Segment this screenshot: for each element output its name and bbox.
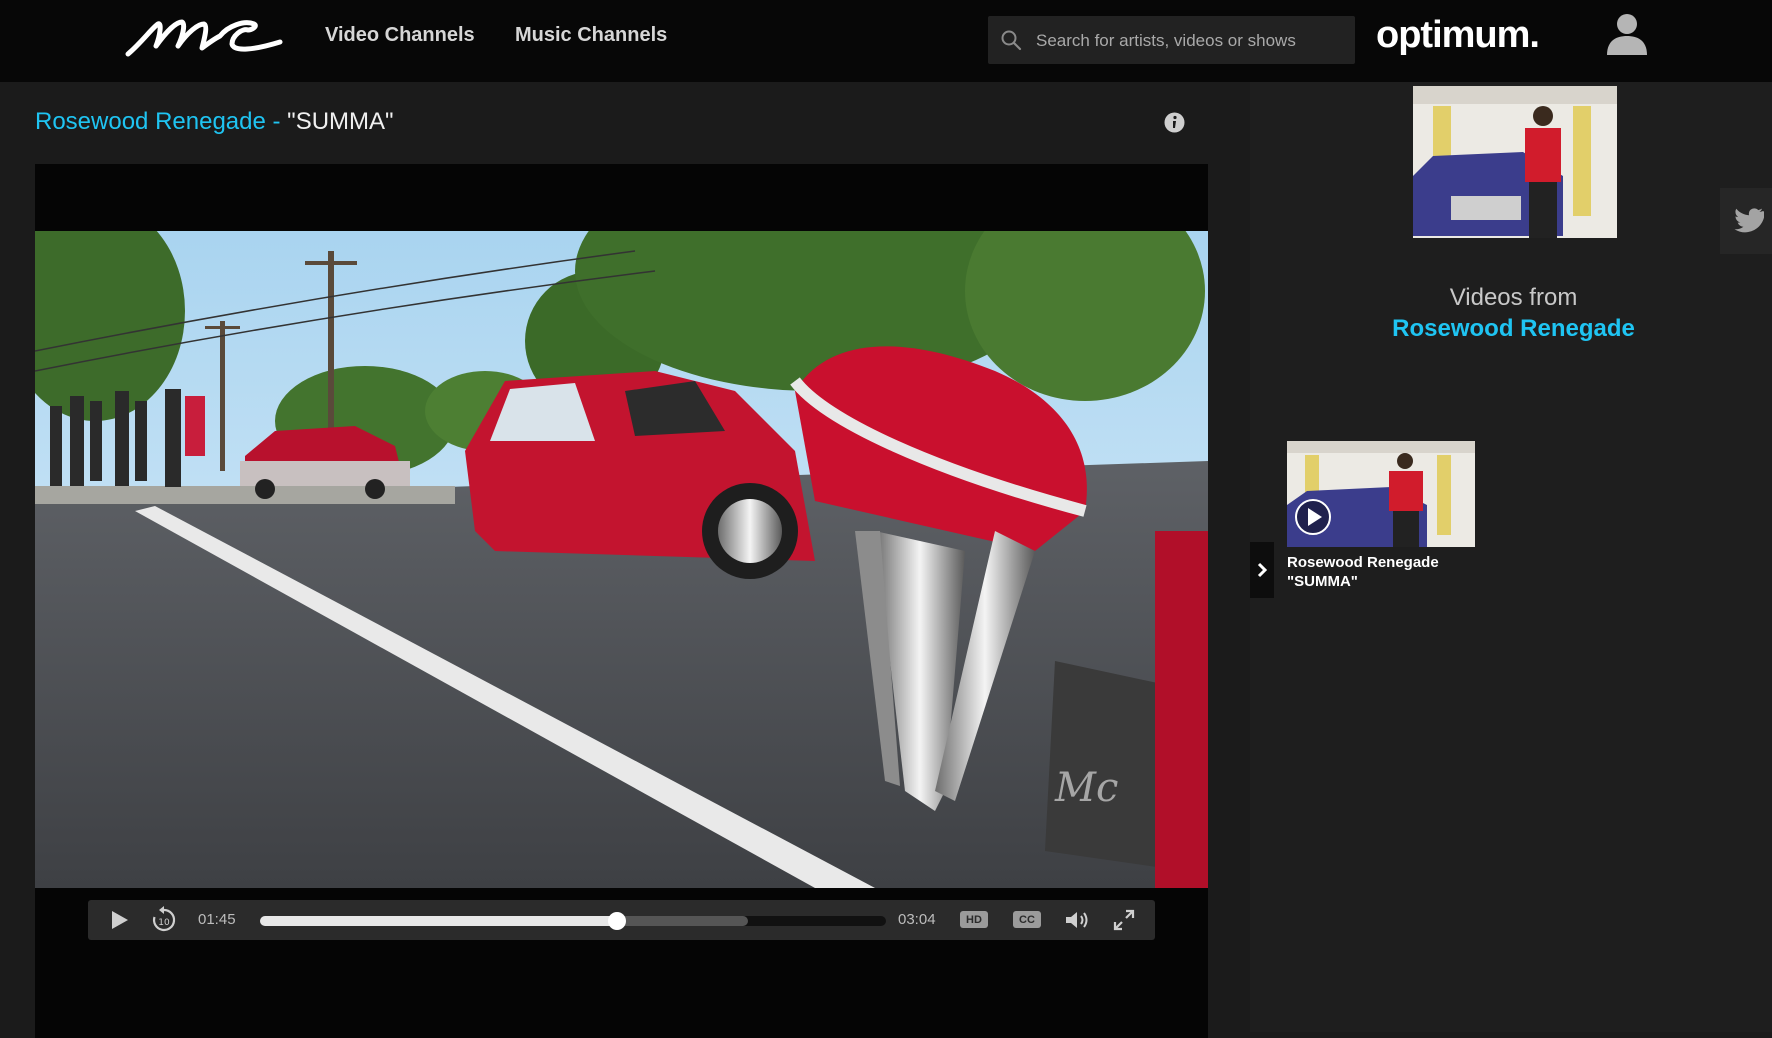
hd-button[interactable]: HD [960, 911, 988, 928]
song-title: "SUMMA" [287, 108, 394, 135]
related-videos-sidebar: Videos from Rosewood Renegade Rosewood R… [1250, 82, 1772, 1032]
nav-music-channels[interactable]: Music Channels [515, 24, 667, 47]
svg-text:10: 10 [158, 918, 170, 928]
seek-bar[interactable] [260, 912, 886, 930]
chevron-right-icon [1257, 562, 1268, 578]
videos-from-heading: Videos from Rosewood Renegade [1250, 284, 1772, 343]
video-player: Mc 10 01:45 03:04 HD CC [35, 164, 1208, 1038]
artist-thumbnail-image [1413, 86, 1617, 238]
search-input[interactable] [1034, 16, 1348, 66]
artist-link[interactable]: Rosewood Renegade [35, 108, 266, 135]
videos-from-artist-link[interactable]: Rosewood Renegade [1250, 315, 1772, 343]
main-content: Rosewood Renegade - "SUMMA" Mc 10 01:45 … [0, 82, 1250, 1038]
nav-video-channels[interactable]: Video Channels [325, 24, 475, 47]
related-video-item[interactable]: Rosewood Renegade "SUMMA" [1287, 441, 1477, 591]
search-icon [1001, 30, 1022, 51]
seek-handle[interactable] [607, 912, 626, 930]
duration: 03:04 [898, 911, 936, 928]
music-choice-logo[interactable] [124, 12, 284, 62]
related-video-thumbnail[interactable] [1287, 441, 1475, 547]
video-title: Rosewood Renegade - "SUMMA" [35, 108, 394, 136]
seek-progress [260, 916, 617, 926]
user-account-icon[interactable] [1604, 10, 1650, 56]
videos-from-label: Videos from [1449, 284, 1578, 311]
volume-icon[interactable] [1064, 909, 1090, 931]
search-box [988, 16, 1355, 66]
player-controls: 10 01:45 03:04 HD CC [88, 900, 1155, 940]
twitter-icon [1734, 208, 1764, 233]
related-video-caption: Rosewood Renegade "SUMMA" [1287, 553, 1477, 591]
video-still-image: Mc [35, 231, 1208, 888]
twitter-share-button[interactable] [1720, 188, 1772, 254]
fullscreen-icon[interactable] [1113, 909, 1135, 931]
play-circle-icon[interactable] [1293, 497, 1333, 537]
artist-thumbnail[interactable] [1413, 86, 1617, 238]
related-video-artist: Rosewood Renegade [1287, 554, 1439, 571]
related-video-title: "SUMMA" [1287, 573, 1358, 590]
title-separator: - [265, 108, 288, 135]
svg-text:Mc: Mc [1054, 765, 1118, 811]
play-icon[interactable] [108, 909, 130, 931]
replay-10-icon[interactable]: 10 [150, 906, 178, 934]
top-navigation-bar: Video Channels Music Channels optimum. [0, 0, 1772, 82]
expand-sidebar-button[interactable] [1250, 542, 1274, 598]
optimum-brand-logo[interactable]: optimum. [1376, 14, 1540, 57]
current-time: 01:45 [198, 911, 236, 928]
cc-button[interactable]: CC [1013, 911, 1041, 928]
info-icon[interactable] [1164, 112, 1185, 133]
video-frame[interactable]: Mc [35, 231, 1208, 888]
